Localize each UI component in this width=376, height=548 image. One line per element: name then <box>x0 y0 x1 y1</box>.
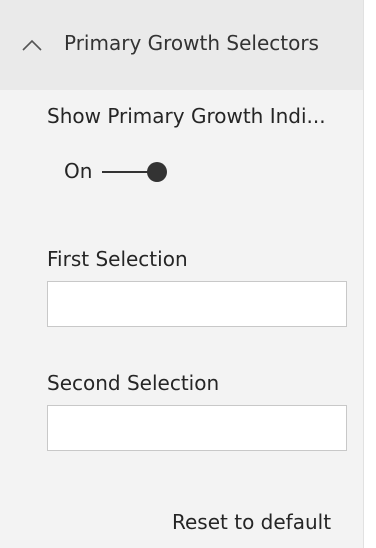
toggle-knob[interactable] <box>147 162 167 182</box>
section-header-primary-growth-selectors[interactable]: Primary Growth Selectors <box>0 0 363 90</box>
show-indicator-toggle[interactable]: On <box>64 157 174 187</box>
second-selection-label: Second Selection <box>47 371 220 395</box>
first-selection-label: First Selection <box>47 247 188 271</box>
second-selection-input[interactable] <box>47 405 347 451</box>
chevron-up-icon[interactable] <box>22 37 42 51</box>
show-indicator-label: Show Primary Growth Indi... <box>47 104 326 128</box>
toggle-state-label: On <box>64 159 93 183</box>
format-pane: Primary Growth Selectors Show Primary Gr… <box>0 0 364 548</box>
first-selection-input[interactable] <box>47 281 347 327</box>
section-title: Primary Growth Selectors <box>64 31 319 55</box>
reset-to-default-link[interactable]: Reset to default <box>172 510 331 534</box>
